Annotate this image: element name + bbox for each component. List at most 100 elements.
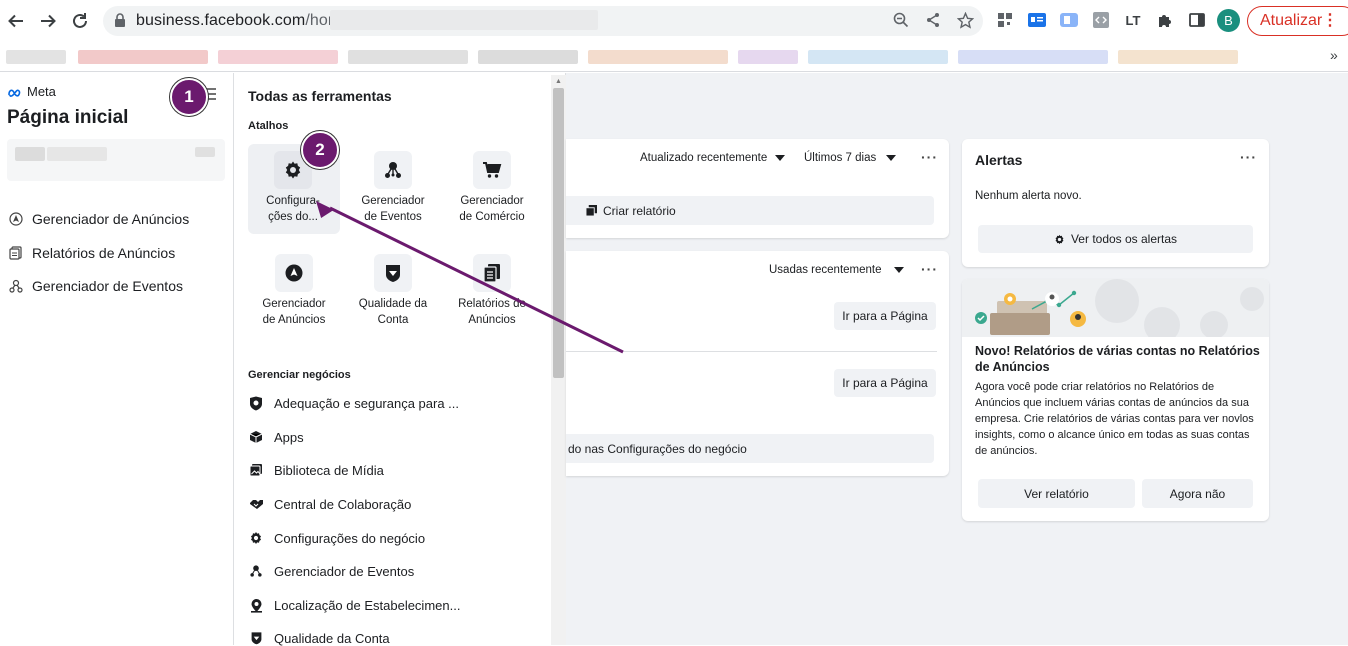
report-icon [8,245,24,261]
period-filter-dropdown[interactable]: Últimos 7 dias [804,152,897,164]
bookmark-item[interactable] [78,50,208,64]
shield-icon [374,254,412,292]
tile-label: Gerenciador [460,195,524,207]
bookmark-item[interactable] [808,50,948,64]
sidepanel-icon[interactable] [1188,11,1206,29]
shortcut-commerce-manager[interactable]: Gerenciador de Comércio [443,151,541,225]
tool-apps[interactable]: Apps [248,429,304,445]
bookmark-item[interactable] [478,50,578,64]
see-all-alerts-button[interactable]: Ver todos os alertas [978,225,1253,253]
business-settings-link[interactable]: do nas Configurações do negócio [566,434,934,463]
shortcut-ads-manager[interactable]: Gerenciador de Anúncios [245,254,343,328]
puzzle-extensions-icon[interactable] [1156,11,1174,29]
tool-label: Configurações do negócio [274,530,426,546]
go-to-page-button[interactable]: Ir para a Página [834,302,936,330]
gear-icon [1055,234,1064,244]
tile-label: Qualidade da [358,298,428,310]
create-report-button[interactable]: Criar relatório [566,196,934,225]
redacted-url [330,10,598,30]
bookmark-item[interactable] [588,50,728,64]
page-title: Página inicial [7,107,129,128]
tool-label: Apps [274,429,304,445]
translate-extension-icon[interactable] [1060,11,1078,29]
tool-label: Biblioteca de Mídia [274,462,384,478]
chevron-right-icon[interactable]: » [1330,47,1338,63]
update-button[interactable]: Atualizar ⋮ [1247,6,1348,36]
cart-icon [473,151,511,189]
profile-avatar[interactable]: B [1217,9,1240,32]
go-to-page-button[interactable]: Ir para a Página [834,369,936,397]
shortcut-account-quality[interactable]: Qualidade da Conta [344,254,442,328]
qr-extension-icon[interactable] [996,11,1014,29]
manage-business-heading: Gerenciar negócios [248,369,351,381]
business-account-selector[interactable] [7,139,225,181]
sidebar-item-ads-reporting[interactable]: Relatórios de Anúncios [8,245,175,261]
bookmarks-bar: » [0,42,1348,72]
tool-store-locations[interactable]: Localização de Estabelecimen... [248,597,460,613]
reload-icon[interactable] [68,9,92,33]
see-all-alerts-label: Ver todos os alertas [1070,232,1178,246]
sidebar-item-events-manager[interactable]: Gerenciador de Eventos [8,278,183,294]
tile-label: de Eventos [364,211,422,223]
more-vertical-icon[interactable]: ⋮ [1322,7,1338,35]
lt-extension-icon[interactable]: LT [1124,11,1142,29]
events-icon [374,151,412,189]
tool-label: Adequação e segurança para ... [274,395,460,411]
tile-label: de Anúncios [262,314,326,326]
more-options-icon[interactable]: ··· [921,149,938,165]
share-icon[interactable] [924,11,942,29]
bookmark-item[interactable] [6,50,66,64]
tile-label: Configura- [266,195,320,207]
scroll-up-icon[interactable]: ▲ [555,78,562,85]
events-icon [8,278,24,294]
not-now-button[interactable]: Agora não [1142,479,1253,508]
report-icon [473,254,511,292]
media-icon [248,462,264,478]
sidebar-item-label: Relatórios de Anúncios [32,245,176,261]
forward-arrow-icon[interactable] [36,9,60,33]
bookmark-item[interactable] [1118,50,1238,64]
caret-down-icon [886,154,897,161]
shortcuts-heading: Atalhos [248,120,289,132]
scrollbar-thumb[interactable] [553,88,564,378]
tool-business-settings[interactable]: Configurações do negócio [248,530,425,546]
sidebar-item-label: Gerenciador de Eventos [32,278,183,294]
tool-brand-safety[interactable]: Adequação e segurança para ... [248,395,459,411]
tile-label: Relatórios de [458,298,526,310]
zoom-icon[interactable] [892,11,910,29]
shortcut-ads-reporting[interactable]: Relatórios de Anúncios [443,254,541,328]
bookmark-item[interactable] [218,50,338,64]
handshake-icon [248,496,264,512]
tool-media-library[interactable]: Biblioteca de Mídia [248,462,384,478]
promo-illustration [962,279,1269,343]
step-2-badge: 2 [301,131,339,169]
cube-icon [248,429,264,445]
tool-events-manager[interactable]: Gerenciador de Eventos [248,563,414,579]
tile-label: de Comércio [459,211,525,223]
bookmark-item[interactable] [348,50,468,64]
star-icon[interactable] [956,11,974,29]
sidebar-item-ads-manager[interactable]: Gerenciador de Anúncios [8,211,189,227]
code-extension-icon[interactable] [1092,11,1110,29]
step-1-badge: 1 [170,78,208,116]
view-report-button[interactable]: Ver relatório [978,479,1135,508]
more-options-icon[interactable]: ··· [1240,149,1257,165]
meta-logo[interactable]: Meta [7,84,56,99]
back-arrow-icon[interactable] [4,9,28,33]
bookmark-item[interactable] [958,50,1108,64]
used-filter-dropdown[interactable]: Usadas recentemente [769,264,904,276]
bookmark-item[interactable] [738,50,798,64]
shortcut-events-manager[interactable]: Gerenciador de Eventos [344,151,442,225]
tool-collab-center[interactable]: Central de Colaboração [248,496,411,512]
browser-toolbar: business.facebook.com/home/a LT B Atuali… [0,0,1348,42]
caret-down-icon [775,154,786,161]
contact-extension-icon[interactable] [1028,11,1046,29]
promo-body: Agora você pode criar relatórios no Rela… [975,381,1254,457]
divider [566,351,937,352]
updated-filter-dropdown[interactable]: Atualizado recentemente [640,152,786,164]
tile-label: Gerenciador [262,298,326,310]
navigation-icon [8,211,24,227]
lock-icon [114,13,126,32]
more-options-icon[interactable]: ··· [921,261,938,277]
tool-account-quality[interactable]: Qualidade da Conta [248,630,390,646]
